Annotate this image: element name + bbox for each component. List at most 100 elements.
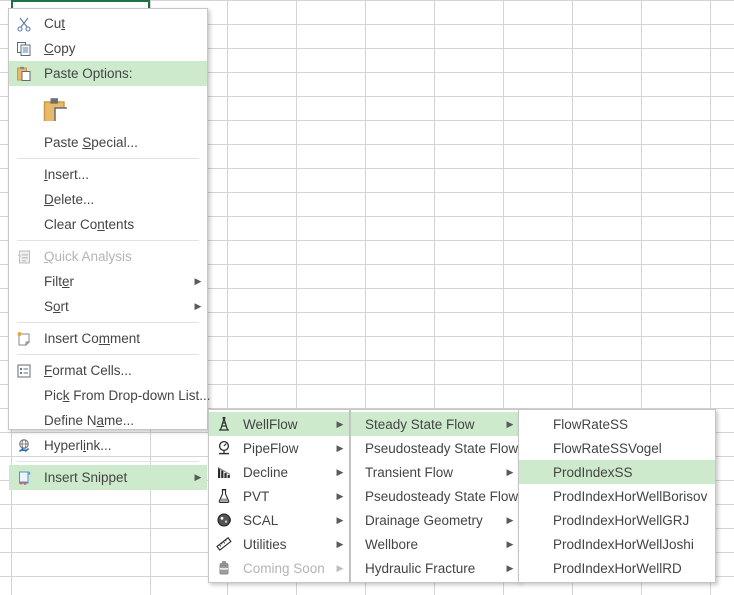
menu-item-paste-options[interactable]: Paste Options: [9, 61, 207, 86]
menu-item-clear-contents[interactable]: Clear Contents [9, 212, 207, 237]
menu-item-label: ProdIndexHorWellRD [553, 560, 682, 576]
menu-item-filter[interactable]: Filter ▶ [9, 269, 207, 294]
menu-item-utilities[interactable]: Utilities ▶ [209, 532, 349, 556]
menu-item-delete[interactable]: Delete... [9, 187, 207, 212]
comment-icon [9, 328, 39, 350]
menu-item-label: ProdIndexSS [553, 464, 633, 480]
menu-item-label: ProdIndexHorWellJoshi [553, 536, 694, 552]
gauge-icon [209, 437, 239, 459]
menu-item-insert-comment[interactable]: Insert Comment [9, 326, 207, 351]
flask-icon [209, 485, 239, 507]
copy-icon [9, 38, 39, 60]
submenu-arrow-icon: ▶ [336, 490, 344, 501]
menu-item-cut[interactable]: Cut [9, 11, 207, 36]
submenu-arrow-icon: ▶ [336, 514, 344, 525]
menu-item-prodindexhorwellrd[interactable]: ProdIndexHorWellRD [519, 556, 715, 580]
submenu-arrow-icon: ▶ [194, 472, 202, 482]
cell-context-menu[interactable]: Cut Copy Paste Options: Paste Special... Ins… [8, 8, 211, 490]
menu-item-hyperlink[interactable]: Hyperlink... [9, 433, 207, 458]
submenu-arrow-icon: ▶ [336, 442, 344, 453]
core-disc-icon [209, 509, 239, 531]
menu-item-label: Transient Flow [365, 464, 454, 480]
menu-separator [17, 461, 199, 462]
paste-clipboard-icon[interactable] [43, 95, 67, 121]
menu-item-steady-state-flow[interactable]: Steady State Flow ▶ [351, 412, 519, 436]
menu-item-label: Drainage Geometry [365, 512, 483, 528]
menu-item-flowratess[interactable]: FlowRateSS [519, 412, 715, 436]
menu-item-prodindexhorwellborisov[interactable]: ProdIndexHorWellBorisov [519, 484, 715, 508]
menu-item-label: Hydraulic Fracture [365, 560, 476, 576]
menu-item-label: PipeFlow [243, 440, 299, 456]
menu-separator [17, 322, 199, 323]
quick-analysis-icon [9, 246, 39, 268]
menu-item-wellflow[interactable]: WellFlow ▶ [209, 412, 349, 436]
menu-item-prodindexhorwellgrj[interactable]: ProdIndexHorWellGRJ [519, 508, 715, 532]
menu-item-label: Pick From Drop-down List... [44, 388, 211, 403]
menu-item-transient-flow[interactable]: Transient Flow ▶ [351, 460, 519, 484]
menu-item-label: Cut [44, 16, 66, 31]
menu-item-paste-special[interactable]: Paste Special... [9, 130, 207, 155]
menu-item-scal[interactable]: SCAL ▶ [209, 508, 349, 532]
menu-item-insert-snippet[interactable]: Insert Snippet ▶ [9, 465, 207, 490]
submenu-arrow-icon: ▶ [194, 276, 202, 286]
menu-item-prodindexss[interactable]: ProdIndexSS [519, 460, 715, 484]
wellflow-submenu[interactable]: Steady State Flow ▶ Pseudosteady State Flo… [350, 409, 531, 583]
scissors-icon [9, 13, 39, 35]
menu-item-drainage-geometry[interactable]: Drainage Geometry ▶ [351, 508, 519, 532]
ruler-icon [209, 533, 239, 555]
paste-options-gallery[interactable] [9, 86, 207, 130]
menu-item-label: PVT [243, 488, 270, 504]
menu-icon-placeholder [9, 271, 39, 293]
menu-separator [17, 240, 199, 241]
menu-separator [17, 354, 199, 355]
submenu-arrow-icon: ▶ [336, 562, 344, 573]
menu-item-pick-dropdown[interactable]: Pick From Drop-down List... [9, 383, 211, 408]
menu-item-label: Hyperlink... [44, 438, 112, 453]
menu-item-label: Insert Snippet [44, 470, 128, 485]
insert-snippet-submenu[interactable]: WellFlow ▶ PipeFlow ▶ Decline ▶ PVT ▶ SCAL ▶ Utili… [208, 409, 350, 583]
menu-item-label: ProdIndexHorWellBorisov [553, 488, 708, 504]
menu-icon-placeholder [9, 296, 39, 318]
menu-item-label: Clear Contents [44, 217, 135, 232]
menu-item-define-name[interactable]: Define Name... [9, 408, 207, 433]
menu-item-label: Pseudosteady State Flow [365, 440, 519, 456]
menu-item-pseudosteady-state-flow-2[interactable]: Pseudosteady State Flow▶ [351, 484, 531, 508]
clipboard-icon [9, 63, 39, 85]
menu-icon-placeholder [9, 132, 39, 154]
menu-icon-placeholder [9, 164, 39, 186]
menu-item-label: FlowRateSS [553, 416, 629, 432]
steady-state-flow-submenu[interactable]: FlowRateSS FlowRateSSVogel ProdIndexSS Prod… [518, 409, 716, 583]
menu-item-pipeflow[interactable]: PipeFlow ▶ [209, 436, 349, 460]
menu-item-format-cells[interactable]: Format Cells... [9, 358, 207, 383]
submenu-arrow-icon: ▶ [506, 514, 514, 525]
menu-item-label: Coming Soon [243, 560, 325, 576]
menu-item-insert[interactable]: Insert... [9, 162, 207, 187]
derrick-icon [209, 413, 239, 435]
menu-separator [17, 158, 199, 159]
menu-item-label: Paste Special... [44, 135, 138, 150]
menu-item-label: Pseudosteady State Flow [365, 488, 519, 504]
menu-item-flowratessvogel[interactable]: FlowRateSSVogel [519, 436, 715, 460]
canister-icon [209, 557, 239, 579]
submenu-arrow-icon: ▶ [194, 301, 202, 311]
format-cells-icon [9, 360, 39, 382]
menu-item-sort[interactable]: Sort ▶ [9, 294, 207, 319]
menu-item-label: Paste Options: [44, 66, 133, 81]
menu-item-label: Sort [44, 299, 69, 314]
menu-icon-placeholder [9, 410, 39, 432]
menu-item-pseudosteady-state-flow[interactable]: Pseudosteady State Flow▶ [351, 436, 531, 460]
menu-item-label: Insert... [44, 167, 90, 182]
menu-item-pvt[interactable]: PVT ▶ [209, 484, 349, 508]
menu-item-label: Filter [44, 274, 75, 289]
menu-item-prodindexhorwelljoshi[interactable]: ProdIndexHorWellJoshi [519, 532, 715, 556]
barchart-icon [209, 461, 239, 483]
menu-item-label: Format Cells... [44, 363, 132, 378]
menu-item-label: WellFlow [243, 416, 298, 432]
menu-item-label: Delete... [44, 192, 95, 207]
menu-item-copy[interactable]: Copy [9, 36, 207, 61]
menu-item-label: Utilities [243, 536, 287, 552]
menu-item-label: Insert Comment [44, 331, 141, 346]
menu-item-hydraulic-fracture[interactable]: Hydraulic Fracture ▶ [351, 556, 519, 580]
menu-item-wellbore[interactable]: Wellbore ▶ [351, 532, 519, 556]
menu-item-decline[interactable]: Decline ▶ [209, 460, 349, 484]
